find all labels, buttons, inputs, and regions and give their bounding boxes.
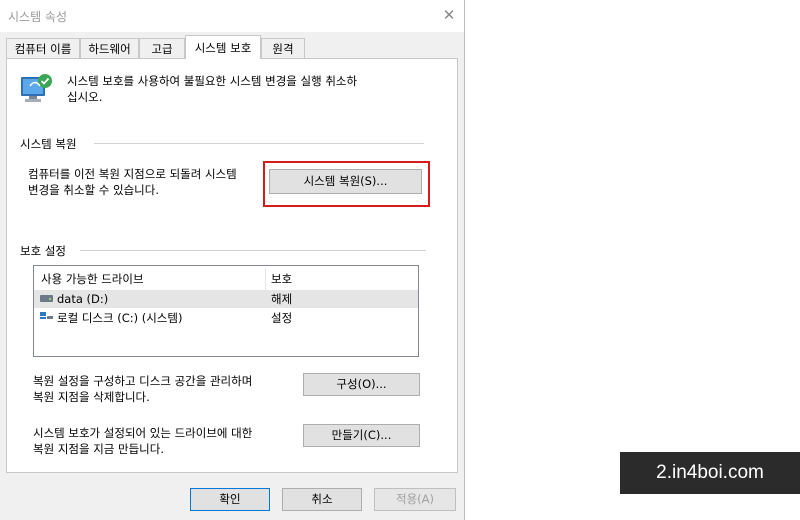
protection-section-title: 보호 설정 — [20, 244, 66, 258]
drive-list[interactable]: 사용 가능한 드라이브 보호 data (D:) 해제 로컬 디스크 (C:) … — [33, 265, 419, 357]
hard-drive-icon — [40, 295, 53, 302]
system-protection-icon — [21, 74, 52, 102]
apply-button[interactable]: 적용(A) — [374, 488, 456, 511]
intro-text-line2: 십시오. — [67, 90, 103, 104]
restore-section-divider — [94, 143, 424, 144]
drive-row-data[interactable]: data (D:) 해제 — [34, 290, 418, 308]
tab-advanced[interactable]: 고급 — [139, 38, 185, 58]
system-drive-icon — [40, 312, 53, 319]
tab-system-protection[interactable]: 시스템 보호 — [185, 35, 261, 59]
window-title: 시스템 속성 — [8, 10, 68, 24]
drive-row-system[interactable]: 로컬 디스크 (C:) (시스템) 설정 — [34, 309, 418, 327]
close-icon[interactable]: ✕ — [438, 4, 460, 26]
drive-protection-status: 해제 — [271, 292, 293, 306]
create-desc-line1: 시스템 보호가 설정되어 있는 드라이브에 대한 — [33, 426, 253, 440]
drive-name: data (D:) — [57, 292, 109, 306]
title-bar: 시스템 속성 ✕ — [0, 0, 464, 32]
column-separator[interactable] — [265, 268, 266, 290]
tab-remote[interactable]: 원격 — [261, 38, 305, 58]
column-header-protection[interactable]: 보호 — [271, 268, 292, 290]
column-header-drive[interactable]: 사용 가능한 드라이브 — [41, 268, 144, 290]
ok-button[interactable]: 확인 — [190, 488, 270, 511]
restore-desc-line2: 변경을 취소할 수 있습니다. — [28, 183, 160, 197]
system-properties-window: 시스템 속성 ✕ 컴퓨터 이름 하드웨어 고급 시스템 보호 원격 시스템 보호… — [0, 0, 465, 520]
drive-name: 로컬 디스크 (C:) (시스템) — [57, 311, 183, 325]
protection-section-divider — [80, 250, 426, 251]
intro-text-line1: 시스템 보호를 사용하여 불필요한 시스템 변경을 실행 취소하 — [67, 74, 358, 88]
configure-desc-line1: 복원 설정을 구성하고 디스크 공간을 관리하며 — [33, 374, 253, 388]
configure-button[interactable]: 구성(O)... — [303, 373, 420, 396]
tab-hardware[interactable]: 하드웨어 — [80, 38, 139, 58]
configure-desc-line2: 복원 지점을 삭제합니다. — [33, 390, 150, 404]
create-button[interactable]: 만들기(C)... — [303, 424, 420, 447]
cancel-button[interactable]: 취소 — [282, 488, 362, 511]
system-restore-button[interactable]: 시스템 복원(S)... — [269, 169, 422, 194]
create-desc-line2: 복원 지점을 지금 만듭니다. — [33, 442, 165, 456]
drive-protection-status: 설정 — [271, 311, 293, 325]
dialog-footer: 확인 취소 적용(A) — [0, 473, 464, 520]
restore-desc-line1: 컴퓨터를 이전 복원 지점으로 되돌려 시스템 — [28, 167, 237, 181]
watermark: 2.in4boi.com — [620, 452, 800, 494]
restore-section-title: 시스템 복원 — [20, 137, 77, 151]
drive-list-header: 사용 가능한 드라이브 보호 — [34, 268, 418, 290]
tab-computer-name[interactable]: 컴퓨터 이름 — [6, 38, 80, 58]
